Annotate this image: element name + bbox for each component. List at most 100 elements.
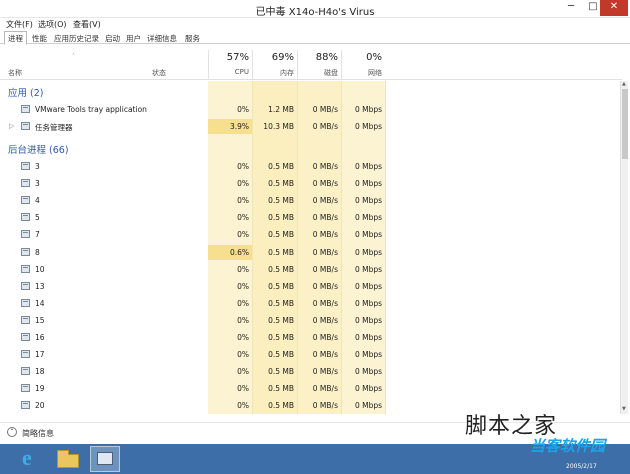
process-mem: 0.5 MB	[268, 298, 294, 308]
process-mem: 0.5 MB	[268, 333, 294, 342]
menu-file[interactable]: 文件(F)	[6, 19, 33, 30]
process-row[interactable]: 16 0% 0.5 MB 0 MB/s 0 Mbps	[0, 330, 622, 346]
process-name: 10	[35, 264, 45, 274]
expand-icon[interactable]: ▷	[9, 122, 14, 130]
process-disk: 0 MB/s	[312, 350, 338, 360]
process-row[interactable]: 15 0% 0.5 MB 0 MB/s 0 Mbps	[0, 313, 622, 329]
process-mem: 1.2 MB	[268, 105, 294, 114]
process-icon	[21, 122, 30, 130]
process-net: 0 Mbps	[354, 196, 382, 206]
process-cpu: 0%	[237, 350, 249, 360]
process-mem: 0.5 MB	[268, 350, 294, 360]
process-row[interactable]: 17 0% 0.5 MB 0 MB/s 0 Mbps	[0, 347, 622, 363]
process-disk: 0 MB/s	[312, 367, 338, 377]
process-name: 7	[35, 230, 40, 240]
tab-startup[interactable]: 启动	[101, 31, 124, 44]
process-net: 0 Mbps	[354, 213, 382, 223]
process-icon	[21, 230, 30, 239]
tab-app-history[interactable]: 应用历史记录	[50, 31, 103, 44]
process-name: 19	[35, 384, 45, 394]
process-row[interactable]: 14 0% 0.5 MB 0 MB/s 0 Mbps	[0, 296, 622, 312]
process-row[interactable]: 19 0% 0.5 MB 0 MB/s 0 Mbps	[0, 381, 622, 397]
process-row[interactable]: 4 0% 0.5 MB 0 MB/s 0 Mbps	[0, 193, 622, 209]
process-net: 0 Mbps	[354, 162, 382, 171]
group-apps[interactable]: 应用 (2)	[8, 85, 43, 99]
column-memory[interactable]: 69% 内存	[252, 50, 297, 80]
process-name: 5	[35, 213, 40, 223]
process-name: 16	[35, 333, 45, 342]
scroll-down-icon[interactable]: ▼	[622, 406, 626, 412]
process-disk: 0 MB/s	[312, 315, 338, 325]
tab-users[interactable]: 用户	[122, 31, 145, 44]
column-status[interactable]: 状态	[152, 68, 166, 78]
task-manager-icon[interactable]	[90, 446, 120, 472]
process-row[interactable]: 3 0% 0.5 MB 0 MB/s 0 Mbps	[0, 159, 622, 175]
process-row[interactable]: 5 0% 0.5 MB 0 MB/s 0 Mbps	[0, 210, 622, 226]
tab-details[interactable]: 详细信息	[143, 31, 181, 44]
brand-logo: 当客软件园	[530, 438, 606, 455]
network-percent: 0%	[366, 52, 382, 63]
process-net: 0 Mbps	[354, 315, 382, 325]
process-row[interactable]: VMware Tools tray application 0% 1.2 MB 0 M…	[0, 102, 622, 118]
process-cpu: 0%	[237, 196, 249, 206]
process-row[interactable]: 7 0% 0.5 MB 0 MB/s 0 Mbps	[0, 227, 622, 243]
process-icon	[21, 105, 30, 113]
column-cpu[interactable]: 57% CPU	[208, 50, 252, 80]
process-row[interactable]: 3 0% 0.5 MB 0 MB/s 0 Mbps	[0, 176, 622, 192]
column-network[interactable]: 0% 网络	[341, 50, 385, 80]
process-disk: 0 MB/s	[312, 105, 338, 114]
chevron-up-icon[interactable]: ⌃	[7, 427, 17, 437]
taskbar-date: 2005/2/17	[566, 463, 597, 470]
process-net: 0 Mbps	[354, 333, 382, 342]
process-row[interactable]: 13 0% 0.5 MB 0 MB/s 0 Mbps	[0, 279, 622, 295]
process-disk: 0 MB/s	[312, 122, 338, 131]
column-name[interactable]: 名称	[8, 68, 22, 78]
process-net: 0 Mbps	[354, 105, 382, 114]
process-cpu: 0%	[237, 333, 249, 342]
column-disk[interactable]: 88% 磁盘	[297, 50, 341, 80]
process-mem: 10.3 MB	[263, 122, 294, 131]
close-button[interactable]: ✕	[600, 0, 628, 16]
process-disk: 0 MB/s	[312, 333, 338, 342]
scroll-up-icon[interactable]: ▲	[622, 81, 626, 87]
process-row[interactable]: 10 0% 0.5 MB 0 MB/s 0 Mbps	[0, 262, 622, 278]
process-mem: 0.5 MB	[268, 315, 294, 325]
process-mem: 0.5 MB	[268, 162, 294, 171]
vertical-scrollbar[interactable]: ▲ ▼	[620, 81, 628, 414]
process-icon	[21, 196, 30, 205]
menu-options[interactable]: 选项(O)	[38, 19, 67, 30]
process-icon	[21, 401, 30, 410]
fewer-details-link[interactable]: 简略信息	[22, 428, 54, 439]
process-name: 任务管理器	[35, 123, 73, 132]
process-name: 14	[35, 298, 45, 308]
group-background[interactable]: 后台进程 (66)	[8, 142, 69, 156]
process-name: 18	[35, 367, 45, 377]
internet-explorer-icon[interactable]: e	[18, 445, 44, 471]
disk-label: 磁盘	[324, 69, 338, 77]
process-disk: 0 MB/s	[312, 213, 338, 223]
process-row[interactable]: 8 0.6% 0.5 MB 0 MB/s 0 Mbps	[0, 244, 622, 261]
process-name: 8	[35, 247, 40, 257]
process-mem: 0.5 MB	[268, 264, 294, 274]
tab-services[interactable]: 服务	[181, 31, 204, 44]
scrollbar-thumb[interactable]	[622, 89, 628, 159]
process-cpu: 0.6%	[208, 244, 252, 260]
process-cpu: 0%	[237, 213, 249, 223]
process-row[interactable]: 18 0% 0.5 MB 0 MB/s 0 Mbps	[0, 364, 622, 380]
process-mem: 0.5 MB	[268, 213, 294, 223]
process-disk: 0 MB/s	[312, 247, 338, 257]
menu-view[interactable]: 查看(V)	[73, 19, 101, 30]
process-cpu: 0%	[237, 264, 249, 274]
tab-performance[interactable]: 性能	[28, 31, 51, 44]
process-icon	[21, 298, 30, 307]
process-cpu: 0%	[237, 105, 249, 114]
file-explorer-icon[interactable]	[55, 449, 81, 469]
cpu-label: CPU	[234, 68, 249, 76]
process-row[interactable]: ▷ 任务管理器 3.9% 10.3 MB 0 MB/s 0 Mbps	[0, 119, 622, 135]
process-name: 3	[35, 162, 40, 171]
process-cpu: 0%	[237, 401, 249, 411]
tab-processes[interactable]: 进程	[4, 31, 27, 45]
process-icon	[21, 384, 30, 393]
process-name: VMware Tools tray application	[35, 105, 147, 114]
process-disk: 0 MB/s	[312, 264, 338, 274]
